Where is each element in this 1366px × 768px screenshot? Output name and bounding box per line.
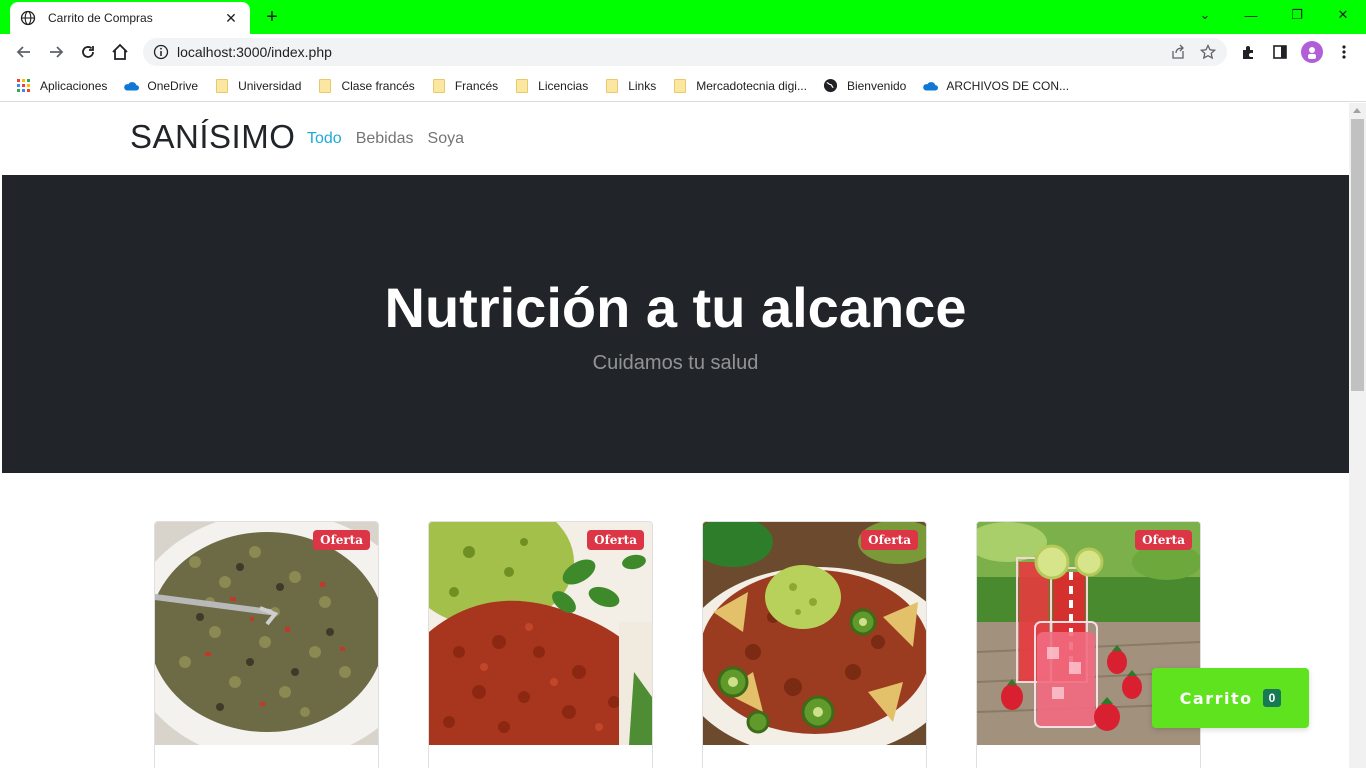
web-page: SANÍSIMO Todo Bebidas Soya Nutrición a t… — [2, 103, 1349, 768]
product-card[interactable]: Oferta — [428, 521, 653, 768]
bookmark-universidad[interactable]: Universidad — [214, 78, 301, 94]
bookmark-star-icon[interactable] — [1197, 41, 1219, 63]
nav-link-bebidas[interactable]: Bebidas — [356, 130, 414, 148]
product-card[interactable]: Oferta — [154, 521, 379, 768]
bookmark-label: Aplicaciones — [40, 78, 108, 93]
page-scrollbar[interactable] — [1349, 103, 1366, 768]
bookmark-label: OneDrive — [147, 78, 199, 93]
offer-badge: Oferta — [587, 530, 644, 550]
site-navbar: SANÍSIMO Todo Bebidas Soya — [2, 103, 1349, 175]
hero-banner: Nutrición a tu alcance Cuidamos tu salud — [2, 175, 1349, 473]
cart-count-badge: 0 — [1262, 689, 1282, 707]
bookmark-label: Universidad — [238, 78, 302, 93]
hero-subtitle: Cuidamos tu salud — [592, 352, 759, 374]
cloud-icon — [922, 78, 939, 94]
url-text[interactable]: localhost:3000/index.php — [177, 44, 1167, 60]
bookmark-label: ARCHIVOS DE CON... — [946, 78, 1070, 93]
bookmark-onedrive[interactable]: OneDrive — [123, 78, 198, 94]
back-icon[interactable] — [13, 41, 35, 63]
home-icon[interactable] — [109, 41, 131, 63]
site-info-icon[interactable] — [153, 44, 169, 60]
cloud-icon — [123, 78, 140, 94]
cart-button[interactable]: Carrito 0 — [1152, 668, 1309, 728]
browser-tab-strip: Carrito de Compras ✕ + ⌄ — ❐ ✕ — [0, 0, 1366, 34]
profile-avatar[interactable] — [1301, 41, 1323, 63]
bookmark-label: Bienvenido — [846, 78, 907, 93]
side-panel-icon[interactable] — [1269, 41, 1291, 63]
close-window-button[interactable]: ✕ — [1320, 0, 1366, 30]
offer-badge: Oferta — [313, 530, 370, 550]
minimize-button[interactable]: — — [1228, 0, 1274, 30]
tab-title: Carrito de Compras — [48, 11, 153, 25]
site-nav-links: Todo Bebidas Soya — [307, 130, 464, 148]
folder-icon — [214, 78, 230, 94]
bookmark-label: Francés — [454, 78, 499, 93]
browser-tab[interactable]: Carrito de Compras ✕ — [10, 2, 250, 34]
offer-badge: Oferta — [861, 530, 918, 550]
globe-icon — [823, 78, 839, 94]
bookmark-aplicaciones[interactable]: Aplicaciones — [16, 78, 107, 94]
hero-title: Nutrición a tu alcance — [384, 276, 967, 339]
folder-icon — [672, 78, 688, 94]
browser-menu-icon[interactable] — [1333, 41, 1355, 63]
bookmark-label: Licencias — [538, 78, 589, 93]
folder-icon — [431, 78, 447, 94]
folder-icon — [514, 78, 530, 94]
restore-button[interactable]: ❐ — [1274, 0, 1320, 30]
tab-search-icon[interactable]: ⌄ — [1182, 0, 1228, 30]
share-icon[interactable] — [1167, 41, 1189, 63]
product-card[interactable]: Oferta — [702, 521, 927, 768]
extensions-icon[interactable] — [1237, 41, 1259, 63]
apps-grid-icon — [16, 78, 32, 94]
browser-toolbar: localhost:3000/index.php — [0, 34, 1366, 70]
bookmark-mercadotecnia[interactable]: Mercadotecnia digi... — [672, 78, 807, 94]
product-grid: Oferta Oferta Oferta Oferta — [154, 521, 1201, 768]
nav-link-soya[interactable]: Soya — [428, 130, 464, 148]
product-card[interactable]: Oferta — [976, 521, 1201, 768]
bookmark-links[interactable]: Links — [604, 78, 656, 94]
bookmark-clase-frances[interactable]: Clase francés — [317, 78, 415, 94]
folder-icon — [317, 78, 333, 94]
tab-close-icon[interactable]: ✕ — [222, 10, 240, 27]
reload-icon[interactable] — [77, 41, 99, 63]
address-bar[interactable]: localhost:3000/index.php — [143, 38, 1227, 66]
product-image-soy-chorizo[interactable]: Oferta — [429, 522, 652, 745]
bookmark-label: Mercadotecnia digi... — [696, 78, 807, 93]
scroll-up-icon[interactable] — [1353, 108, 1361, 113]
folder-icon — [604, 78, 620, 94]
bookmark-archivos[interactable]: ARCHIVOS DE CON... — [922, 78, 1069, 94]
bookmark-licencias[interactable]: Licencias — [514, 78, 588, 94]
new-tab-button[interactable]: + — [262, 6, 282, 28]
scrollbar-thumb[interactable] — [1351, 119, 1364, 391]
nav-link-todo[interactable]: Todo — [307, 130, 342, 148]
bookmark-label: Links — [628, 78, 657, 93]
bookmark-bienvenido[interactable]: Bienvenido — [823, 78, 906, 94]
bookmark-label: Clase francés — [341, 78, 415, 93]
product-image-lentil-salad[interactable]: Oferta — [155, 522, 378, 745]
offer-badge: Oferta — [1135, 530, 1192, 550]
product-image-nachos[interactable]: Oferta — [703, 522, 926, 745]
site-brand[interactable]: SANÍSIMO — [130, 118, 295, 156]
cart-label: Carrito — [1179, 688, 1253, 708]
forward-icon[interactable] — [45, 41, 67, 63]
bookmarks-bar: Aplicaciones OneDrive Universidad Clase … — [0, 70, 1366, 102]
bookmark-frances[interactable]: Francés — [431, 78, 498, 94]
globe-icon — [20, 10, 36, 26]
